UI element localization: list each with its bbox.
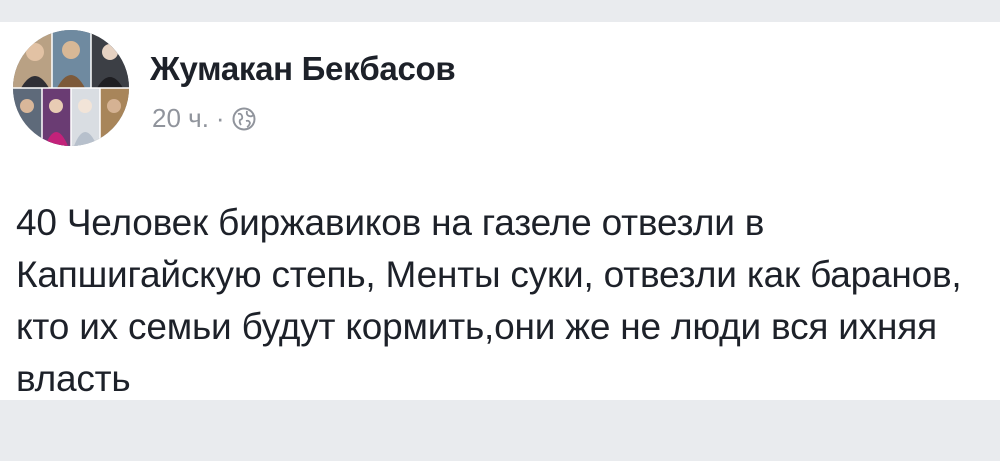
post-body-text: 40 Человек биржавиков на газеле отвезли … [16, 202, 962, 399]
author-avatar[interactable] [13, 30, 129, 146]
feed-background-bottom [0, 400, 1000, 461]
author-name-link[interactable]: Жумакан Бекбасов [150, 50, 456, 88]
feed-background-top [0, 0, 1000, 22]
meta-separator: · [215, 102, 225, 133]
avatar-collage-image [13, 30, 129, 146]
post-timestamp[interactable]: 20 ч. [152, 103, 209, 134]
globe-icon[interactable] [231, 106, 257, 132]
post-meta: 20 ч. · [152, 102, 257, 134]
